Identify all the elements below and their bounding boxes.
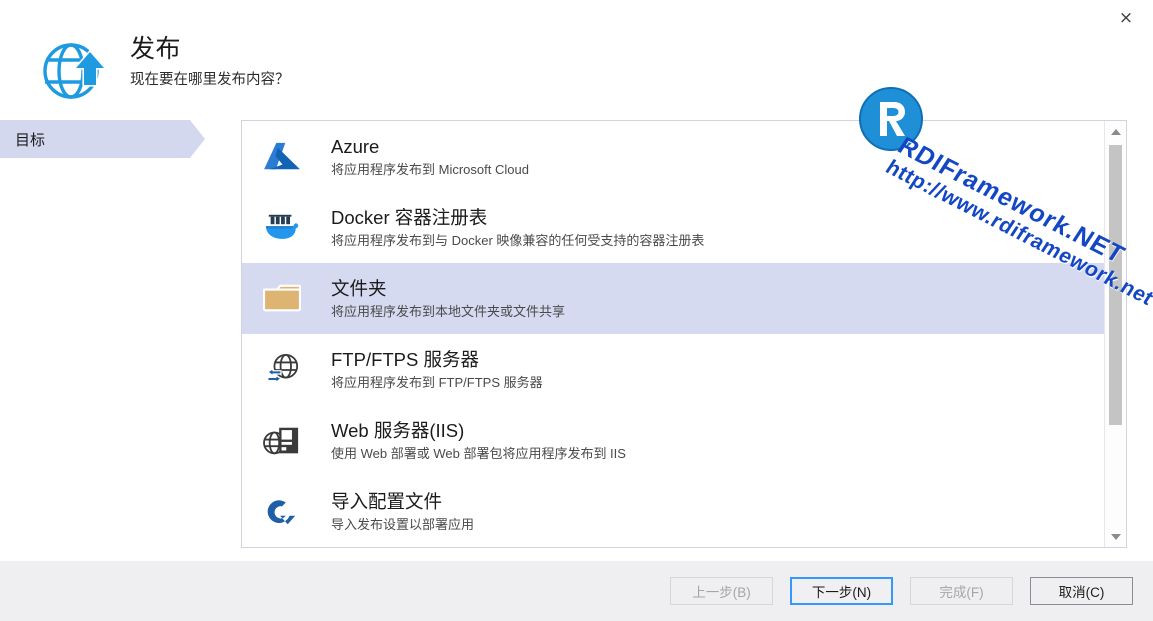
destination-title: FTP/FTPS 服务器 — [331, 348, 480, 370]
destination-title: Docker 容器注册表 — [331, 206, 488, 228]
destination-row-folder[interactable]: 文件夹 将应用程序发布到本地文件夹或文件共享 — [242, 263, 1104, 334]
destination-text: 文件夹 将应用程序发布到本地文件夹或文件共享 — [311, 277, 565, 321]
footer-button-group: 上一步(B) 下一步(N) 完成(F) 取消(C) — [670, 577, 1133, 605]
destination-list-scrollbar[interactable] — [1104, 121, 1126, 547]
sidebar-active-arrow-icon — [190, 120, 205, 158]
finish-button[interactable]: 完成(F) — [910, 577, 1013, 605]
wizard-sidebar: 目标 — [0, 120, 230, 550]
destination-list-panel: Azure 将应用程序发布到 Microsoft Cloud Docker 容器… — [241, 120, 1127, 548]
sidebar-item-target[interactable]: 目标 — [0, 120, 205, 158]
dialog-footer: 上一步(B) 下一步(N) 完成(F) 取消(C) — [0, 561, 1153, 621]
destination-description: 使用 Web 部署或 Web 部署包将应用程序发布到 IIS — [331, 445, 626, 461]
azure-icon — [253, 134, 311, 180]
destination-row-import-profile[interactable]: 导入配置文件 导入发布设置以部署应用 — [242, 476, 1104, 547]
scroll-up-button[interactable] — [1105, 122, 1126, 141]
close-icon: × — [1118, 7, 1134, 28]
ftp-icon — [253, 347, 311, 393]
next-button[interactable]: 下一步(N) — [790, 577, 893, 605]
import-profile-icon — [253, 489, 311, 535]
scrollbar-thumb[interactable] — [1109, 145, 1122, 425]
destination-description: 将应用程序发布到 FTP/FTPS 服务器 — [331, 374, 543, 390]
destination-row-iis[interactable]: Web 服务器(IIS) 使用 Web 部署或 Web 部署包将应用程序发布到 … — [242, 405, 1104, 476]
globe-upload-icon — [38, 38, 110, 104]
iis-server-icon — [253, 418, 311, 464]
destination-row-ftp[interactable]: FTP/FTPS 服务器 将应用程序发布到 FTP/FTPS 服务器 — [242, 334, 1104, 405]
folder-icon — [253, 276, 311, 322]
header-text-block: 发布 现在要在哪里发布内容？ — [130, 34, 290, 91]
destination-list: Azure 将应用程序发布到 Microsoft Cloud Docker 容器… — [242, 121, 1104, 547]
cancel-button[interactable]: 取消(C) — [1030, 577, 1133, 605]
previous-button[interactable]: 上一步(B) — [670, 577, 773, 605]
destination-title: 导入配置文件 — [331, 490, 443, 512]
destination-text: Web 服务器(IIS) 使用 Web 部署或 Web 部署包将应用程序发布到 … — [311, 419, 626, 463]
dialog-header: 发布 现在要在哪里发布内容？ — [0, 26, 1153, 106]
destination-description: 导入发布设置以部署应用 — [331, 516, 475, 532]
sidebar-item-label: 目标 — [15, 131, 46, 149]
page-title: 发布 — [130, 35, 182, 63]
chevron-down-icon — [1110, 533, 1121, 540]
destination-title: Web 服务器(IIS) — [331, 419, 465, 441]
destination-text: FTP/FTPS 服务器 将应用程序发布到 FTP/FTPS 服务器 — [311, 348, 543, 392]
destination-description: 将应用程序发布到与 Docker 映像兼容的任何受支持的容器注册表 — [331, 232, 705, 248]
destination-description: 将应用程序发布到本地文件夹或文件共享 — [331, 303, 566, 319]
destination-title: 文件夹 — [331, 277, 387, 299]
destination-text: 导入配置文件 导入发布设置以部署应用 — [311, 490, 474, 534]
chevron-up-icon — [1110, 128, 1121, 135]
destination-text: Docker 容器注册表 将应用程序发布到与 Docker 映像兼容的任何受支持… — [311, 206, 704, 250]
destination-row-azure[interactable]: Azure 将应用程序发布到 Microsoft Cloud — [242, 121, 1104, 192]
page-subtitle: 现在要在哪里发布内容？ — [130, 72, 290, 88]
docker-icon — [253, 205, 311, 251]
scroll-down-button[interactable] — [1105, 527, 1126, 546]
destination-text: Azure 将应用程序发布到 Microsoft Cloud — [311, 135, 529, 179]
destination-description: 将应用程序发布到 Microsoft Cloud — [331, 161, 529, 177]
destination-row-docker[interactable]: Docker 容器注册表 将应用程序发布到与 Docker 映像兼容的任何受支持… — [242, 192, 1104, 263]
destination-title: Azure — [331, 135, 380, 157]
